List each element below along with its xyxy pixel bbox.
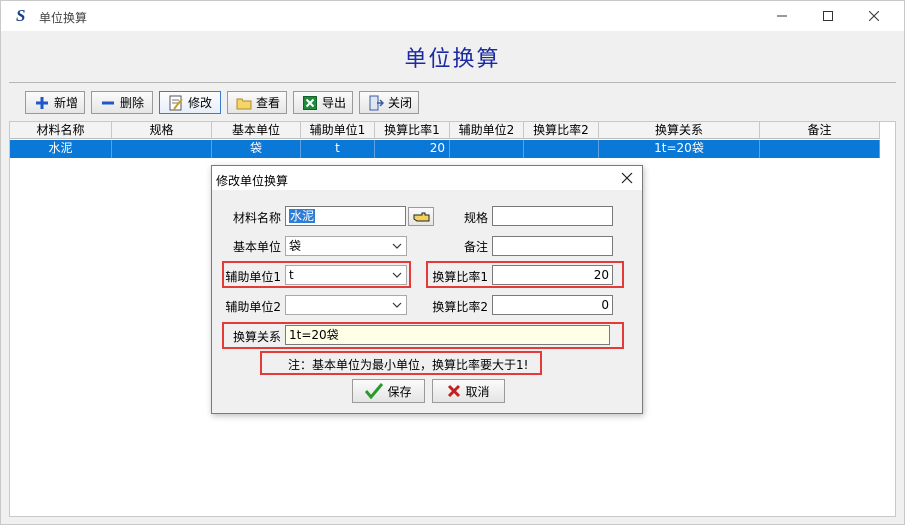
aux-unit1-select[interactable]: t	[285, 265, 407, 285]
view-button-label: 查看	[256, 96, 281, 110]
ratio1-label: 换算比率1	[432, 270, 488, 284]
view-button[interactable]: 查看	[227, 91, 287, 114]
cell-aux-unit2	[450, 140, 524, 158]
toolbar: 新增 删除 修改 查看 导出 关闭	[9, 84, 896, 120]
chevron-down-icon	[392, 302, 402, 308]
column-header[interactable]: 规格	[112, 122, 212, 139]
cell-relation: 1t=20袋	[599, 140, 760, 158]
close-window-button[interactable]	[851, 1, 897, 31]
column-header[interactable]: 换算关系	[599, 122, 760, 139]
page-title: 单位换算	[404, 46, 501, 72]
cancel-button[interactable]: 取消	[432, 379, 505, 403]
cell-ratio1: 20	[375, 140, 450, 158]
checkmark-icon	[365, 383, 384, 399]
window-title: 单位换算	[39, 11, 88, 25]
cancel-button-label: 取消	[465, 384, 490, 399]
dialog-title: 修改单位换算	[216, 174, 289, 188]
save-button[interactable]: 保存	[352, 379, 425, 403]
chevron-down-icon	[392, 243, 402, 249]
material-name-label: 材料名称	[232, 211, 281, 225]
remark-field[interactable]	[492, 236, 613, 256]
column-header[interactable]: 换算比率1	[375, 122, 450, 139]
dialog-title-bar: 修改单位换算	[212, 166, 642, 190]
edit-button-label: 修改	[188, 96, 213, 110]
relation-field[interactable]: 1t=20袋	[285, 325, 610, 345]
close-icon	[621, 172, 633, 184]
edit-button[interactable]: 修改	[159, 91, 221, 114]
cross-icon	[448, 384, 461, 398]
base-unit-value: 袋	[289, 239, 302, 253]
close-icon	[869, 11, 879, 21]
delete-button-label: 删除	[120, 96, 145, 110]
chevron-down-icon	[392, 272, 402, 278]
cell-spec	[112, 140, 212, 158]
export-button-label: 导出	[322, 96, 347, 110]
remark-label: 备注	[463, 240, 488, 254]
add-button[interactable]: 新增	[25, 91, 85, 114]
delete-button[interactable]: 删除	[91, 91, 153, 114]
excel-icon	[302, 95, 318, 111]
edit-document-icon	[168, 95, 184, 111]
minimize-icon	[777, 15, 787, 17]
material-name-field[interactable]: 水泥	[285, 206, 406, 226]
app-logo-icon: S	[16, 6, 26, 25]
plus-icon	[34, 95, 50, 111]
add-button-label: 新增	[54, 96, 79, 110]
cell-ratio2	[524, 140, 599, 158]
close-button-label: 关闭	[388, 96, 413, 110]
spec-label: 规格	[463, 211, 488, 225]
aux-unit1-value: t	[289, 268, 294, 282]
title-bar: S 单位换算	[1, 1, 904, 31]
minus-icon	[100, 95, 116, 111]
edit-conversion-dialog: 修改单位换算 材料名称 水泥 规格 基本单位 袋 备注 辅助单位1 t 换算比率…	[211, 165, 643, 414]
table-row[interactable]: 水泥 袋 t 20 1t=20袋	[10, 140, 880, 158]
aux-unit2-select[interactable]	[285, 295, 407, 315]
page-banner: 单位换算	[9, 31, 896, 83]
cell-remark	[760, 140, 880, 158]
ratio2-field[interactable]: 0	[492, 295, 613, 315]
aux-unit1-label: 辅助单位1	[225, 270, 281, 284]
base-unit-select[interactable]: 袋	[285, 236, 407, 256]
export-button[interactable]: 导出	[293, 91, 353, 114]
column-header[interactable]: 材料名称	[10, 122, 112, 139]
column-header[interactable]: 换算比率2	[524, 122, 599, 139]
base-unit-label: 基本单位	[232, 240, 281, 254]
ratio2-label: 换算比率2	[432, 300, 488, 314]
spec-field[interactable]	[492, 206, 613, 226]
folder-icon	[236, 95, 252, 111]
table-header: 材料名称 规格 基本单位 辅助单位1 换算比率1 辅助单位2 换算比率2 换算关…	[10, 122, 880, 139]
dialog-close-button[interactable]	[616, 168, 638, 188]
relation-label: 换算关系	[232, 330, 281, 344]
cell-aux-unit1: t	[301, 140, 375, 158]
cell-material-name: 水泥	[10, 140, 112, 158]
save-button-label: 保存	[387, 384, 412, 399]
column-header[interactable]: 基本单位	[212, 122, 301, 139]
note-text: 注：基本单位为最小单位，换算比率要大于1!	[288, 358, 529, 372]
ratio1-field[interactable]: 20	[492, 265, 613, 285]
cell-base-unit: 袋	[212, 140, 301, 158]
aux-unit2-label: 辅助单位2	[225, 300, 281, 314]
column-header[interactable]: 辅助单位2	[450, 122, 524, 139]
minimize-button[interactable]	[759, 1, 805, 31]
close-button[interactable]: 关闭	[359, 91, 419, 114]
maximize-button[interactable]	[805, 1, 851, 31]
exit-door-icon	[368, 95, 384, 111]
column-header[interactable]: 辅助单位1	[301, 122, 375, 139]
column-header[interactable]: 备注	[760, 122, 880, 139]
maximize-icon	[823, 11, 833, 21]
